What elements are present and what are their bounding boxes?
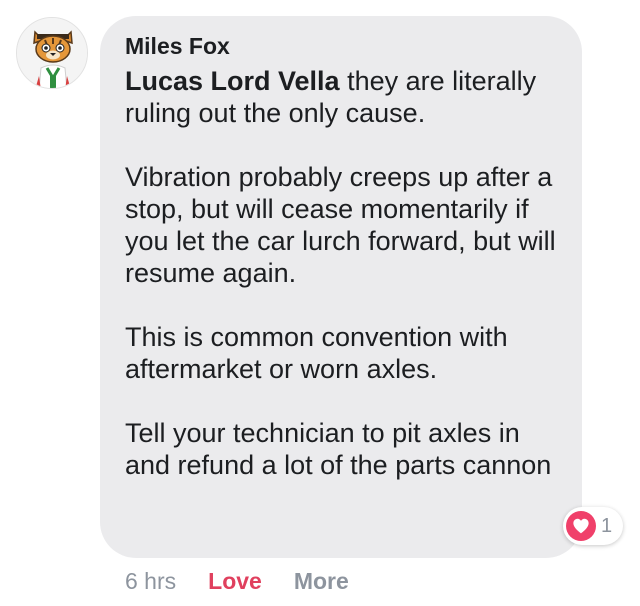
comment-paragraph: Vibration probably creeps up after a sto… [125,162,556,288]
mention-link[interactable]: Lucas Lord Vella [125,66,340,96]
comment-paragraph: Lucas Lord Vella they are literally ruli… [125,65,562,129]
avatar-cartoon-icon [17,18,87,88]
comment-actions: 6 hrs Love More [125,566,349,596]
love-button[interactable]: Love [208,566,262,596]
comment-paragraph: This is common convention with aftermark… [125,322,508,384]
comment-body: Lucas Lord Vella they are literally ruli… [125,65,562,481]
comment-author[interactable]: Miles Fox [125,32,562,60]
comment-paragraph: Tell your technician to pit axles in and… [125,418,552,480]
comment-bubble: Miles Fox Lucas Lord Vella they are lite… [100,16,582,558]
more-button[interactable]: More [294,566,349,596]
heart-icon [566,511,596,541]
comment: Miles Fox Lucas Lord Vella they are lite… [0,0,640,606]
reaction-count: 1 [601,514,613,537]
reaction-summary[interactable]: 1 [563,507,623,545]
avatar[interactable] [16,17,88,89]
timestamp[interactable]: 6 hrs [125,566,176,596]
